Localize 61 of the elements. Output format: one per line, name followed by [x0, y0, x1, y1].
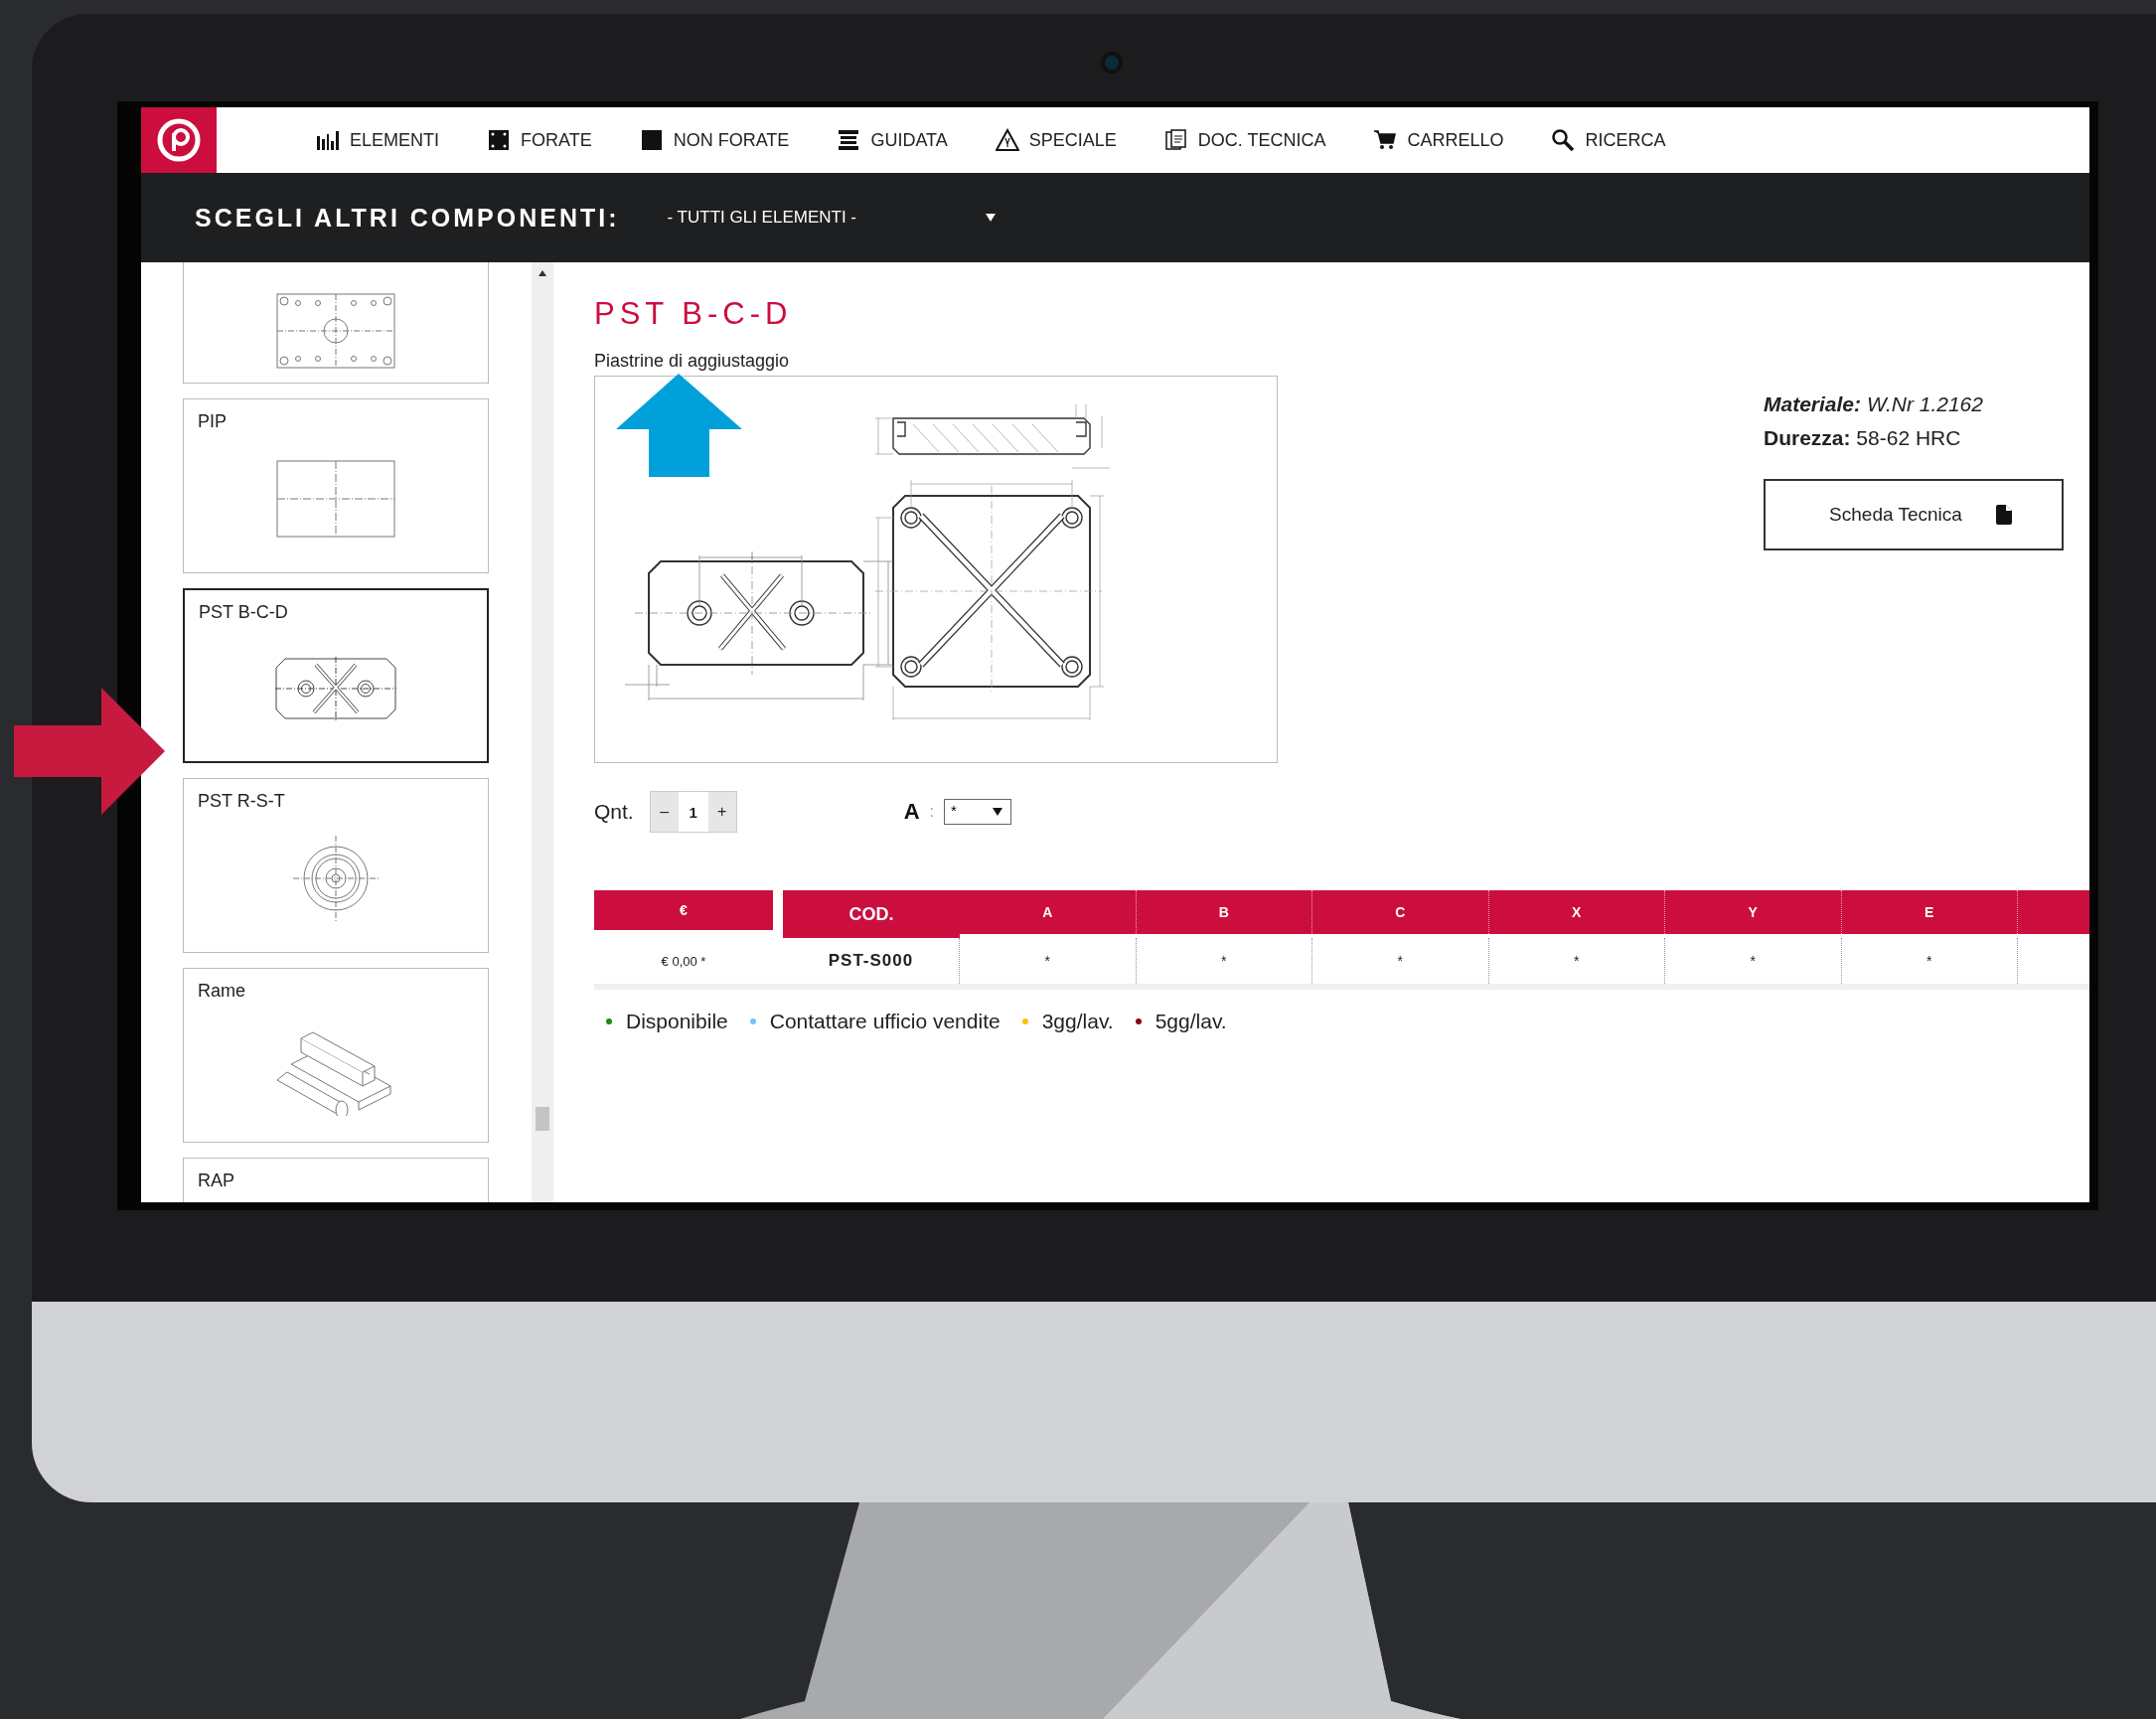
spec-line: Durezza: 58-62 HRC	[1764, 425, 1962, 451]
table-cell: *	[960, 938, 1137, 984]
dotted-square-icon	[487, 128, 512, 152]
column-header: COD.	[783, 890, 960, 938]
column-header: C	[1312, 890, 1489, 934]
legend-label: Contattare ufficio vendite	[769, 1010, 1001, 1033]
table-cell-text: € 0,00 *	[660, 952, 707, 971]
bar-chart-icon	[316, 128, 340, 152]
size-dropdown[interactable]: *	[944, 799, 1012, 825]
nav-link[interactable]: NON FORATE	[639, 128, 790, 152]
document-icon	[1995, 505, 2012, 525]
legend-label: 5gg/lav.	[1155, 1010, 1227, 1033]
legend-label: 3gg/lav.	[1041, 1010, 1114, 1033]
column-header: Y	[1665, 890, 1842, 934]
arrow-icon	[14, 688, 165, 815]
column-header: €	[594, 890, 773, 930]
nav-link[interactable]: CARRELLO	[1373, 128, 1504, 152]
arrow-icon	[616, 374, 742, 477]
table-cell: *	[1841, 938, 2018, 984]
product-card[interactable]: PST R-S-T	[183, 778, 489, 953]
caret-icon	[985, 214, 996, 222]
filter-label: A	[903, 799, 920, 825]
nav-link[interactable]: RICERCA	[1551, 128, 1666, 152]
product-card[interactable]: Rame	[183, 968, 489, 1143]
datasheet-button[interactable]: Scheda Tecnica	[1764, 479, 2064, 550]
column-header	[2018, 890, 2089, 934]
separator: :	[929, 803, 935, 821]
search-icon	[1551, 128, 1576, 152]
spec-line: Materiale: W.Nr 1.2162	[1764, 391, 1984, 417]
product-card[interactable]: PIP	[183, 398, 489, 573]
scroll-thumb[interactable]	[536, 1107, 549, 1131]
table-cell: *	[1488, 938, 1665, 984]
product-title: PST B-C-D	[594, 296, 794, 332]
nav-link[interactable]: GUIDATA	[837, 128, 948, 152]
table-cell: PST-S000	[783, 938, 960, 984]
cart-icon	[1373, 128, 1398, 152]
nav-link[interactable]: DOC. TECNICA	[1163, 128, 1326, 152]
table-cell: *	[1136, 938, 1312, 984]
warning-icon	[995, 128, 1019, 152]
column-header: B	[1136, 890, 1312, 934]
component-dropdown[interactable]: - TUTTI GLI ELEMENTI -	[667, 208, 996, 228]
legend-label: Disponibile	[626, 1010, 728, 1033]
column-header: E	[1841, 890, 2018, 934]
table-cell: *	[1665, 938, 1842, 984]
caret-icon	[993, 808, 1003, 816]
nav-link[interactable]: SPECIALE	[995, 128, 1117, 152]
product-subtitle: Piastrine di aggiustaggio	[594, 350, 791, 372]
filter-label: SCEGLI ALTRI COMPONENTI:	[195, 203, 620, 233]
camera-icon	[1101, 52, 1123, 74]
nav-link[interactable]: ELEMENTI	[316, 128, 440, 152]
scroll-up-icon[interactable]	[539, 270, 546, 276]
table-cell: *	[1312, 938, 1489, 984]
stack-icon	[837, 128, 861, 152]
scrollbar[interactable]	[532, 262, 553, 1202]
documents-icon	[1163, 128, 1188, 152]
quantity-label: Qnt.	[594, 800, 634, 824]
column-header: X	[1488, 890, 1665, 934]
square-icon	[639, 128, 664, 152]
product-card[interactable]: PST B-C-D	[183, 588, 489, 763]
column-header: A	[960, 890, 1137, 934]
nav-link[interactable]: FORATE	[487, 128, 592, 152]
